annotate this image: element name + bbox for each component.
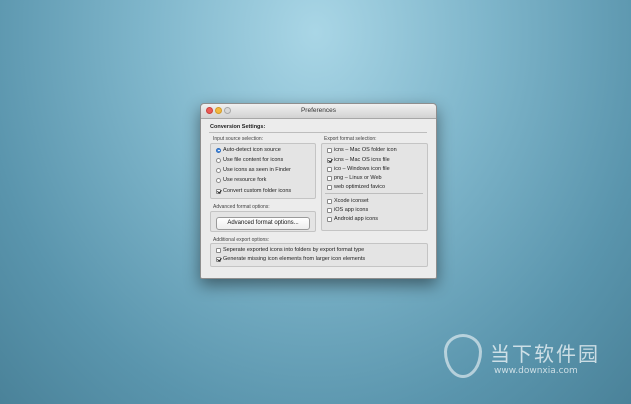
checkbox-xcode-iconset[interactable]: Xcode iconset	[327, 197, 369, 205]
watermark: 当下软件园 www.downxia.com	[438, 330, 628, 390]
checkbox-indicator[interactable]	[327, 147, 332, 153]
checkbox-indicator[interactable]	[327, 175, 332, 181]
checkbox-indicator[interactable]	[327, 157, 332, 163]
radio-indicator[interactable]	[216, 157, 221, 163]
watermark-logo-icon	[444, 334, 482, 378]
checkbox-icns-folder[interactable]: icns – Mac OS folder icon	[327, 146, 397, 154]
checkbox-png[interactable]: png – Linux or Web	[327, 174, 382, 182]
checkbox-android-app-icons[interactable]: Android app icons	[327, 215, 378, 223]
checkbox-indicator[interactable]	[327, 184, 332, 190]
checkbox-label: Android app icons	[334, 216, 379, 222]
radio-indicator[interactable]	[216, 147, 221, 153]
advanced-options-label: Advanced format options:	[213, 204, 270, 210]
radio-indicator[interactable]	[216, 177, 221, 183]
checkbox-ico[interactable]: ico – Windows icon file	[327, 165, 390, 173]
conversion-settings-label: Conversion Settings:	[210, 124, 266, 130]
checkbox-convert-custom[interactable]: Convert custom folder icons	[216, 187, 291, 195]
checkbox-indicator[interactable]	[216, 247, 221, 253]
checkbox-label: png – Linux or Web	[334, 175, 382, 181]
checkbox-indicator[interactable]	[327, 166, 332, 172]
checkbox-indicator[interactable]	[327, 207, 332, 213]
checkbox-generate-missing[interactable]: Generate missing icon elements from larg…	[216, 255, 365, 263]
checkbox-ios-app-icons[interactable]: iOS app icons	[327, 206, 368, 214]
checkbox-label: Seperate exported icons into folders by …	[223, 247, 365, 253]
checkbox-label: Convert custom folder icons	[223, 188, 292, 194]
checkbox-separate-folders[interactable]: Seperate exported icons into folders by …	[216, 246, 364, 254]
checkbox-label: Generate missing icon elements from larg…	[223, 256, 366, 262]
checkbox-label: ico – Windows icon file	[334, 166, 390, 172]
divider	[325, 193, 423, 194]
radio-indicator[interactable]	[216, 167, 221, 173]
export-format-label: Export format selection:	[324, 136, 377, 142]
checkbox-favico[interactable]: web optimized favico	[327, 183, 385, 191]
checkbox-label: iOS app icons	[334, 207, 369, 213]
radio-label: Auto-detect icon source	[223, 147, 281, 153]
radio-label: Use resource fork	[223, 177, 267, 183]
checkbox-label: icns – Mac OS folder icon	[334, 147, 397, 153]
divider	[209, 132, 427, 133]
radio-label: Use icons as seen in Finder	[223, 167, 291, 173]
checkbox-label: icns – Mac OS icns file	[334, 157, 390, 163]
radio-finder-icons[interactable]: Use icons as seen in Finder	[216, 166, 291, 174]
checkbox-label: web optimized favico	[334, 184, 386, 190]
checkbox-indicator[interactable]	[216, 188, 221, 194]
checkbox-icns-file[interactable]: icns – Mac OS icns file	[327, 156, 390, 164]
input-source-label: Input source selection:	[213, 136, 264, 142]
watermark-text: 当下软件园	[490, 342, 600, 366]
radio-auto-detect[interactable]: Auto-detect icon source	[216, 146, 281, 154]
checkbox-indicator[interactable]	[327, 216, 332, 222]
radio-label: Use file content for icons	[223, 157, 284, 163]
advanced-format-options-button[interactable]: Advanced format options...	[216, 217, 310, 230]
window-title: Preferences	[300, 107, 337, 114]
checkbox-indicator[interactable]	[216, 256, 221, 262]
checkbox-indicator[interactable]	[327, 198, 332, 204]
checkbox-label: Xcode iconset	[334, 198, 369, 204]
radio-file-content[interactable]: Use file content for icons	[216, 156, 283, 164]
radio-resource-fork[interactable]: Use resource fork	[216, 176, 266, 184]
title-bar[interactable]: Preferences	[201, 104, 436, 119]
watermark-url: www.downxia.com	[494, 366, 578, 376]
